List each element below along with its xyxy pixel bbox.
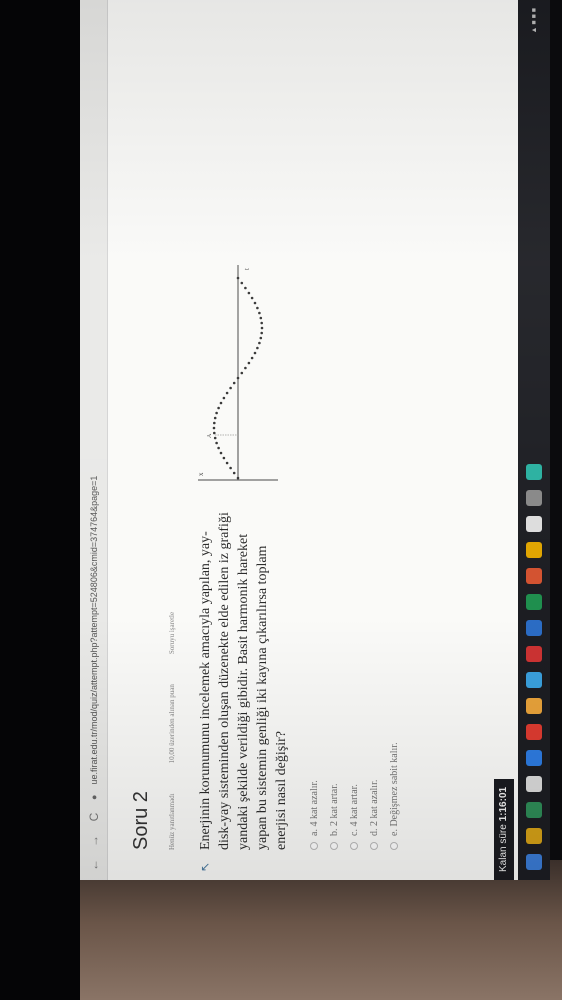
trace-dot — [232, 381, 236, 385]
trace-dot — [260, 326, 264, 330]
radio-d[interactable] — [370, 842, 378, 850]
trace-dot — [260, 321, 263, 325]
option-b-label: b. 2 kat artar. — [328, 783, 340, 836]
trace-dot — [244, 366, 247, 370]
word-icon[interactable] — [526, 620, 542, 636]
trace-dot — [236, 476, 240, 480]
option-e[interactable]: e. Değişmez sabit kalır. — [384, 742, 404, 850]
trace-dot — [213, 431, 216, 435]
trace-dot — [260, 331, 263, 335]
trace-dot — [250, 296, 254, 300]
trace-dot — [240, 281, 244, 285]
trace-dot — [222, 456, 226, 460]
trace-dot — [256, 306, 259, 310]
option-a-label: a. 4 kat azalır. — [308, 780, 320, 836]
trace-dot — [217, 406, 220, 410]
reload-button[interactable]: C — [87, 810, 101, 824]
taskbar: ▲ ■ ■ ■ — [518, 0, 550, 880]
radio-e[interactable] — [390, 842, 398, 850]
question-points: 10,00 üzerinden alınan puan — [168, 684, 176, 764]
trace-dot — [258, 311, 261, 315]
address-bar[interactable]: ue.firat.edu.tr/mod/quiz/attempt.php?att… — [89, 476, 99, 785]
desk-surface — [0, 860, 562, 1000]
app-icon[interactable] — [526, 464, 542, 480]
trace-dot — [229, 466, 232, 470]
option-d[interactable]: d. 2 kat azalır. — [364, 742, 384, 850]
t-axis-label: t — [243, 268, 251, 270]
answer-options: a. 4 kat azalır. b. 2 kat artar. c. 4 ka… — [304, 742, 404, 850]
trace-dot — [225, 461, 229, 465]
trace-dot — [217, 446, 220, 450]
option-e-label: e. Değişmez sabit kalır. — [388, 742, 400, 836]
question-title: Soru 2 — [130, 791, 152, 850]
powerpoint-icon[interactable] — [526, 568, 542, 584]
trace-dot — [213, 436, 217, 440]
option-c-label: c. 4 kat artar. — [348, 784, 360, 836]
trace-graph: x t A — [197, 265, 278, 481]
amplitude-label: A — [207, 433, 213, 438]
trace-dot — [213, 421, 216, 425]
lock-icon: ● — [88, 794, 99, 800]
x-axis-label: x — [197, 472, 205, 476]
forward-button[interactable]: → — [87, 834, 101, 848]
trace-dot — [213, 416, 217, 420]
radio-c[interactable] — [350, 842, 358, 850]
trace-dot — [256, 346, 259, 350]
question-meta: Henüz yanıtlanmadı 10,00 üzerinden alına… — [168, 612, 176, 850]
cursor-icon: ↖ — [198, 861, 212, 872]
trace-dot — [219, 451, 223, 455]
quiz-page: Soru 2 Henüz yanıtlanmadı 10,00 üzerinde… — [108, 0, 518, 880]
question-status: Henüz yanıtlanmadı — [168, 793, 176, 850]
trace-dot — [258, 341, 261, 345]
app-icon[interactable] — [526, 516, 542, 532]
chrome-icon[interactable] — [526, 724, 542, 740]
trace-dot — [222, 396, 226, 400]
start-icon[interactable] — [526, 854, 542, 870]
trace-dot — [219, 401, 223, 405]
trace-dot — [247, 291, 251, 295]
trace-dot — [215, 411, 218, 415]
trace-dot — [253, 301, 257, 305]
trace-dot — [232, 471, 236, 475]
option-b[interactable]: b. 2 kat artar. — [324, 742, 344, 850]
app-icon[interactable] — [526, 776, 542, 792]
flag-question-link[interactable]: Soruyu işaretle — [168, 612, 176, 654]
timer-label: Kalan süre — [498, 824, 509, 872]
trace-dot — [259, 336, 263, 340]
monitor-screen: ← → C ● ue.firat.edu.tr/mod/quiz/attempt… — [80, 0, 550, 880]
trace-dot — [253, 351, 257, 355]
option-a[interactable]: a. 4 kat azalır. — [304, 742, 324, 850]
app-icon[interactable] — [526, 750, 542, 766]
trace-dot — [244, 286, 247, 290]
folder-icon[interactable] — [526, 828, 542, 844]
radio-b[interactable] — [330, 842, 338, 850]
app-icon[interactable] — [526, 490, 542, 506]
app-icon[interactable] — [526, 802, 542, 818]
trace-dot — [236, 376, 240, 380]
trace-dot — [236, 276, 240, 280]
back-button[interactable]: ← — [87, 858, 101, 872]
option-d-label: d. 2 kat azalır. — [368, 779, 380, 836]
monitor-bezel — [0, 0, 80, 1000]
app-icon[interactable] — [526, 672, 542, 688]
radio-a[interactable] — [310, 842, 318, 850]
question-text: Enerjinin korunumunu incelemek amacıyla … — [198, 512, 289, 850]
system-tray[interactable]: ▲ ■ ■ ■ — [531, 8, 538, 33]
excel-icon[interactable] — [526, 594, 542, 610]
browser-toolbar: ← → C ● ue.firat.edu.tr/mod/quiz/attempt… — [80, 0, 108, 880]
trace-dot — [229, 386, 232, 390]
app-icon[interactable] — [526, 698, 542, 714]
app-icon[interactable] — [526, 646, 542, 662]
trace-dot — [240, 371, 244, 375]
app-icon[interactable] — [526, 542, 542, 558]
trace-dot — [250, 356, 254, 360]
option-c[interactable]: c. 4 kat artar. — [344, 742, 364, 850]
trace-dot — [225, 391, 229, 395]
trace-dot — [259, 316, 263, 320]
remaining-time: Kalan süre 1:16:01 — [494, 778, 514, 880]
trace-dot — [247, 361, 251, 365]
timer-value: 1:16:01 — [498, 786, 509, 822]
trace-dot — [212, 426, 216, 430]
trace-dot — [215, 441, 218, 445]
